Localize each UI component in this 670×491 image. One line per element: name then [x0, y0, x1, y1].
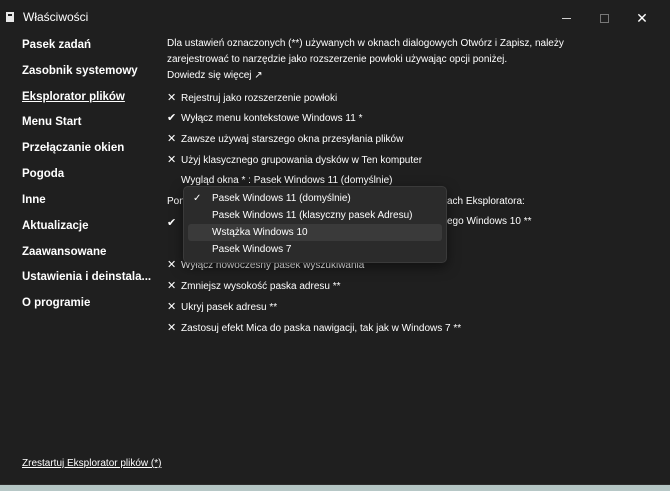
cross-icon: ✕ — [167, 322, 177, 334]
properties-window: Właściwości ✕ Pasek zadań Zasobnik syste… — [0, 0, 670, 484]
option-reduce-address-bar-height[interactable]: ✕ Zmniejsz wysokość paska adresu ** — [167, 279, 341, 293]
sidebar-item-settings-uninstall[interactable]: Ustawienia i deinstala... — [22, 271, 151, 283]
sidebar-item-updates[interactable]: Aktualizacje — [22, 220, 88, 232]
window-appearance-selector[interactable]: Wygląd okna * : Pasek Windows 11 (domyśl… — [181, 175, 392, 186]
option-classic-drive-grouping[interactable]: ✕ Użyj klasycznego grupowania dysków w Te… — [167, 153, 422, 167]
sidebar-item-start-menu[interactable]: Menu Start — [22, 116, 81, 128]
minimize-button[interactable] — [556, 8, 576, 28]
cross-icon: ✕ — [167, 154, 177, 166]
partial-text-right: ach Eksploratora: — [447, 196, 525, 207]
sidebar-item-file-explorer[interactable]: Eksplorator plików — [22, 91, 125, 103]
cross-icon: ✕ — [167, 133, 177, 145]
cross-icon: ✕ — [167, 259, 177, 271]
cross-icon: ✕ — [167, 92, 177, 104]
partial-text-right-2: ego Windows 10 ** — [447, 216, 532, 227]
sidebar-item-other[interactable]: Inne — [22, 194, 46, 206]
option-register-shell-extension[interactable]: ✕ Rejestruj jako rozszerzenie powłoki — [167, 91, 337, 105]
sidebar-item-advanced[interactable]: Zaawansowane — [22, 246, 106, 258]
sidebar-item-taskbar[interactable]: Pasek zadań — [22, 39, 91, 51]
maximize-button[interactable] — [594, 8, 614, 28]
dropdown-item-win10-ribbon[interactable]: Wstążka Windows 10 — [188, 224, 442, 241]
intro-line-1: Dla ustawień oznaczonych (**) używanych … — [167, 38, 564, 49]
option-hide-address-bar[interactable]: ✕ Ukryj pasek adresu ** — [167, 300, 277, 314]
check-icon: ✔ — [167, 112, 177, 124]
close-button[interactable]: ✕ — [632, 8, 652, 28]
sidebar-item-about[interactable]: O programie — [22, 297, 90, 309]
intro-line-2: zarejestrować to narzędzie jako rozszerz… — [167, 54, 508, 65]
sidebar-item-window-switching[interactable]: Przełączanie okien — [22, 142, 124, 154]
option-mica-navigation[interactable]: ✕ Zastosuj efekt Mica do paska nawigacji,… — [167, 321, 461, 335]
sidebar-item-system-tray[interactable]: Zasobnik systemowy — [22, 65, 138, 77]
checkmark-icon: ✓ — [193, 193, 202, 204]
restart-explorer-link[interactable]: Zrestartuj Eksplorator plików (*) — [22, 458, 161, 469]
cross-icon: ✕ — [167, 280, 177, 292]
cross-icon: ✕ — [167, 301, 177, 313]
dropdown-item-win11-classic-address[interactable]: Pasek Windows 11 (klasyczny pasek Adresu… — [188, 207, 442, 224]
check-icon[interactable]: ✔ — [167, 216, 176, 229]
window-title: Właściwości — [23, 10, 89, 24]
option-disable-win11-context-menu[interactable]: ✔ Wyłącz menu kontekstowe Windows 11 * — [167, 111, 362, 125]
sidebar-item-weather[interactable]: Pogoda — [22, 168, 64, 180]
option-legacy-copy-dialog[interactable]: ✕ Zawsze używaj starszego okna przesyłani… — [167, 132, 403, 146]
dropdown-item-win11-default[interactable]: ✓ Pasek Windows 11 (domyślnie) — [188, 190, 442, 207]
app-icon — [6, 12, 14, 22]
title-bar: Właściwości ✕ — [0, 0, 670, 32]
dropdown-item-win7[interactable]: Pasek Windows 7 — [188, 241, 442, 258]
appearance-dropdown-menu: ✓ Pasek Windows 11 (domyślnie) Pasek Win… — [183, 186, 447, 263]
learn-more-link[interactable]: Dowiedz się więcej ↗ — [167, 68, 263, 84]
